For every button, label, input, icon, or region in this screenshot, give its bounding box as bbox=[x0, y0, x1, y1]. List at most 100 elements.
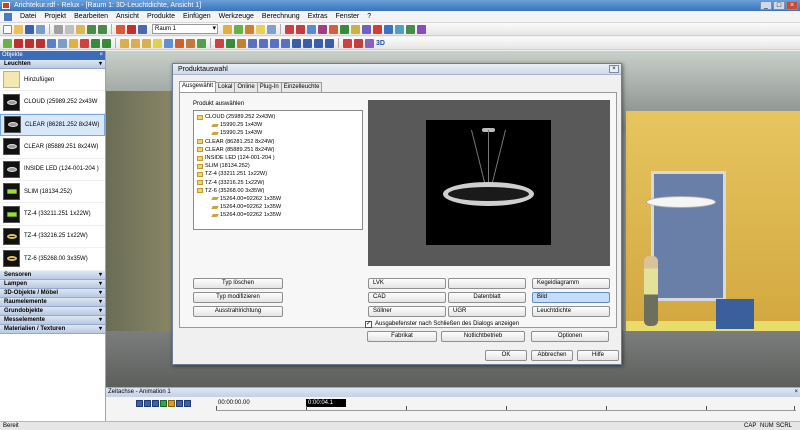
tab-ausgewaehlt[interactable]: Ausgewählt bbox=[179, 81, 217, 92]
menu-werkzeuge[interactable]: Werkzeuge bbox=[215, 11, 258, 23]
wireframe-icon[interactable] bbox=[343, 38, 352, 48]
timeline-track[interactable]: 00:00:00.00 0:00:04.1 bbox=[216, 399, 796, 411]
timeline-close-icon[interactable]: × bbox=[794, 388, 798, 397]
grid-icon[interactable] bbox=[127, 24, 136, 34]
image-button[interactable]: Bild bbox=[532, 292, 610, 303]
calculate-icon[interactable] bbox=[234, 24, 243, 34]
lamp-icon[interactable] bbox=[223, 24, 232, 34]
list-item[interactable]: CLEAR (86281.252 8x24W) bbox=[0, 113, 105, 137]
tree-item[interactable]: TZ-4 (33211.251 1x22W) bbox=[194, 170, 362, 178]
delete-type-button[interactable]: Typ löschen bbox=[193, 278, 283, 289]
menu-bearbeiten[interactable]: Bearbeiten bbox=[70, 11, 112, 23]
ugr-button[interactable]: UGR bbox=[448, 306, 526, 317]
save-icon[interactable] bbox=[25, 24, 34, 34]
list-item[interactable]: TZ-4 (33216.25 1x22W) bbox=[0, 226, 105, 249]
walk-icon[interactable] bbox=[303, 38, 312, 48]
list-item[interactable]: CLOUD (25989.252 2x43W bbox=[0, 91, 105, 114]
render-icon[interactable] bbox=[362, 24, 371, 34]
side-view-icon[interactable] bbox=[281, 38, 290, 48]
section-messelemente[interactable]: Messelemente bbox=[0, 316, 105, 325]
cad-button[interactable]: CAD bbox=[368, 292, 446, 303]
modify-type-button[interactable]: Typ modifizieren bbox=[193, 292, 283, 303]
skip-start-icon[interactable] bbox=[136, 400, 143, 407]
tree-item[interactable]: 15990.25 1x43W bbox=[194, 121, 362, 129]
tree-item[interactable]: CLEAR (86281.252 8x24W) bbox=[194, 138, 362, 146]
light-icon[interactable] bbox=[69, 38, 78, 48]
rewind-icon[interactable] bbox=[152, 400, 159, 407]
step-back-icon[interactable] bbox=[144, 400, 151, 407]
settings-icon[interactable] bbox=[384, 24, 393, 34]
tree-item[interactable]: 15990.25 1x43W bbox=[194, 129, 362, 137]
menu-fenster[interactable]: Fenster bbox=[332, 11, 364, 23]
panel-close-icon[interactable]: × bbox=[99, 51, 103, 60]
wall-icon[interactable] bbox=[120, 38, 129, 48]
section-grundobjekte[interactable]: Grundobjekte bbox=[0, 307, 105, 316]
object-icon[interactable] bbox=[245, 24, 254, 34]
skip-end-icon[interactable] bbox=[184, 400, 191, 407]
zoom-window-icon[interactable] bbox=[314, 38, 323, 48]
tree-item[interactable]: SLIM (18134.252) bbox=[194, 162, 362, 170]
timeline-current-time[interactable]: 0:00:04.1 bbox=[306, 399, 346, 407]
soellner-button[interactable]: Söllner bbox=[368, 306, 446, 317]
isoline-icon[interactable] bbox=[226, 38, 235, 48]
section-leuchten[interactable]: Leuchten bbox=[0, 60, 105, 69]
list-item[interactable]: SLIM (18134.252) bbox=[0, 181, 105, 204]
cone-diagram-button[interactable]: Kegeldiagramm bbox=[532, 278, 610, 289]
section-sensoren[interactable]: Sensoren bbox=[0, 271, 105, 280]
move-icon[interactable] bbox=[296, 24, 305, 34]
section-lampen[interactable]: Lampen bbox=[0, 280, 105, 289]
tab-lokal[interactable]: Lokal bbox=[215, 82, 236, 92]
luminance-button[interactable]: Leuchtdichte bbox=[532, 306, 610, 317]
tab-einzelleuchte[interactable]: Einzelleuchte bbox=[280, 82, 323, 92]
room-select[interactable]: Raum 1 bbox=[152, 24, 218, 34]
tree-item[interactable]: TZ-6 (35268.00 3x35W) bbox=[194, 187, 362, 195]
orbit-icon[interactable] bbox=[292, 38, 301, 48]
play-icon[interactable] bbox=[160, 400, 167, 407]
tree-item[interactable]: 15264.00=92262 1x35W bbox=[194, 203, 362, 211]
tree-item[interactable]: 15264.00=92262 1x35W bbox=[194, 195, 362, 203]
column-icon[interactable] bbox=[175, 38, 184, 48]
menu-ansicht[interactable]: Ansicht bbox=[112, 11, 143, 23]
list-item[interactable]: TZ-6 (35268.00 3x35W) bbox=[0, 248, 105, 271]
document-icon[interactable] bbox=[4, 12, 12, 21]
redo-icon[interactable] bbox=[98, 24, 107, 34]
dialog-close-icon[interactable]: × bbox=[609, 65, 619, 73]
section-raumelemente[interactable]: Raumelemente bbox=[0, 298, 105, 307]
zoom-in-icon[interactable] bbox=[91, 38, 100, 48]
tree-item[interactable]: 15264.00=92262 1x35W bbox=[194, 211, 362, 219]
shaded-icon[interactable] bbox=[354, 38, 363, 48]
menu-berechnung[interactable]: Berechnung bbox=[258, 11, 304, 23]
raytrace-icon[interactable] bbox=[365, 38, 374, 48]
add-point-icon[interactable] bbox=[80, 38, 89, 48]
menu-extras[interactable]: Extras bbox=[304, 11, 332, 23]
product-tree[interactable]: CLOUD (25989.252 2x43W) 15990.25 1x43W 1… bbox=[193, 110, 363, 230]
plant-icon[interactable] bbox=[197, 38, 206, 48]
lvk-button[interactable]: LVK bbox=[368, 278, 446, 289]
close-button[interactable]: × bbox=[786, 1, 798, 10]
pan-icon[interactable] bbox=[58, 38, 67, 48]
tree-item[interactable]: INSIDE LED (124-001-204 ) bbox=[194, 154, 362, 162]
list-item[interactable]: TZ-4 (33211.251 1x22W) bbox=[0, 203, 105, 226]
tree-item[interactable]: CLOUD (25989.252 2x43W) bbox=[194, 113, 362, 121]
view-icon[interactable] bbox=[138, 24, 147, 34]
snap-grid-icon[interactable] bbox=[14, 38, 23, 48]
open-folder-icon[interactable] bbox=[14, 24, 23, 34]
list-item[interactable]: INSIDE LED (124-001-204 ) bbox=[0, 159, 105, 181]
new-file-icon[interactable] bbox=[3, 24, 12, 34]
undo-icon[interactable] bbox=[87, 24, 96, 34]
menu-datei[interactable]: Datei bbox=[16, 11, 40, 23]
zoom-extents-icon[interactable] bbox=[325, 38, 334, 48]
table-view-icon[interactable] bbox=[248, 38, 257, 48]
paste-icon[interactable] bbox=[76, 24, 85, 34]
snap-point-icon[interactable] bbox=[25, 38, 34, 48]
minimize-button[interactable]: _ bbox=[760, 1, 772, 10]
help-button[interactable]: Hilfe bbox=[577, 350, 619, 361]
list-item[interactable]: Hinzufügen bbox=[0, 69, 105, 92]
menu-produkte[interactable]: Produkte bbox=[143, 11, 179, 23]
door-icon[interactable] bbox=[131, 38, 140, 48]
furniture-icon[interactable] bbox=[153, 38, 162, 48]
info-icon[interactable] bbox=[395, 24, 404, 34]
tab-online[interactable]: Online bbox=[234, 82, 258, 92]
manufacturer-button[interactable]: Fabrikat bbox=[367, 331, 437, 342]
show-output-checkbox[interactable]: ✓ Ausgabefenster nach Schließen des Dial… bbox=[365, 320, 519, 328]
